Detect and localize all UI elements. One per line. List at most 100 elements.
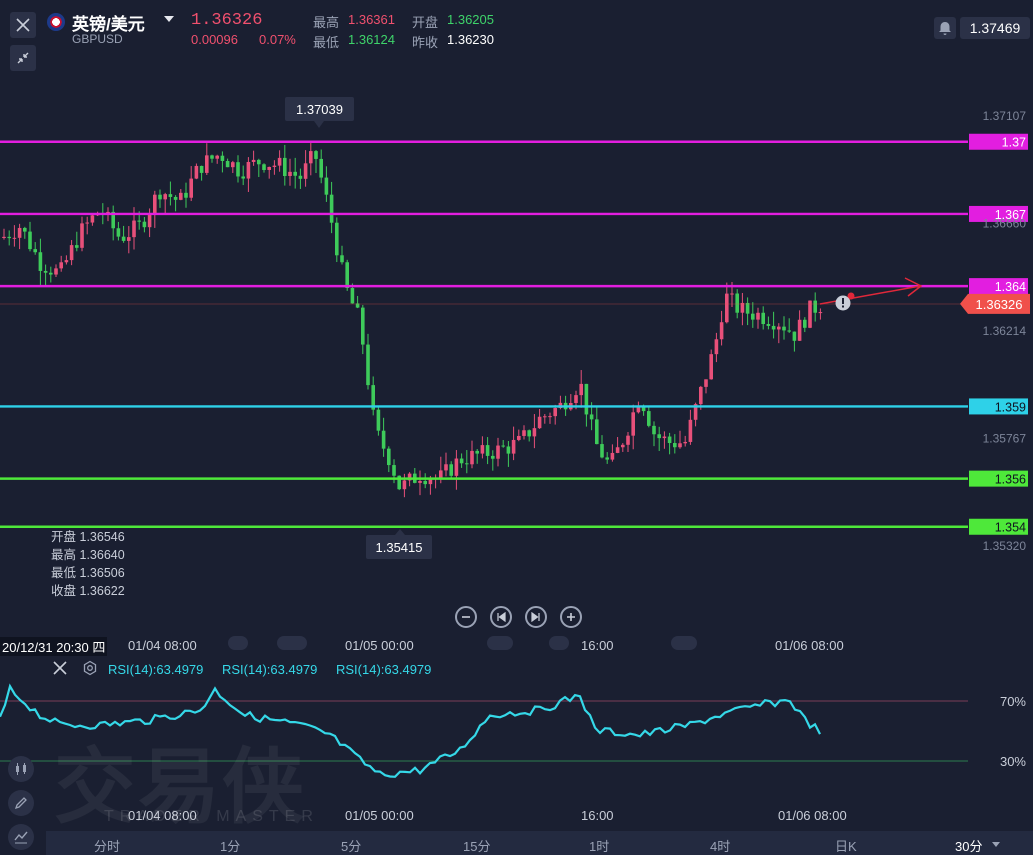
candle-body — [615, 447, 620, 453]
candle-body — [350, 288, 355, 304]
candle-body — [444, 464, 448, 471]
period-bar — [46, 831, 1033, 855]
crosshair-time-label: 20/12/31 20:30 四 — [0, 637, 108, 656]
candle-body — [376, 409, 381, 431]
candle-body — [121, 236, 126, 241]
indicator-icon[interactable] — [8, 824, 34, 850]
rsi-time-label-b2: 01/05 00:00 — [345, 808, 414, 823]
candle-body — [80, 223, 84, 248]
candle-body — [7, 236, 11, 239]
price-tick-2: 1.36214 — [983, 324, 1027, 338]
candle-body — [605, 457, 609, 460]
scroll-end-button[interactable] — [525, 606, 547, 628]
period-tab-active[interactable]: 30分 — [955, 836, 982, 855]
candle-body — [2, 236, 6, 238]
price-tick-1: 1.36660 — [983, 217, 1027, 231]
header-bar: 英镑/美元 GBPUSD 1.36326 0.00096 0.07% 最高 1.… — [0, 0, 1033, 78]
candle-body — [595, 419, 599, 445]
candle-body — [75, 245, 79, 248]
candle-body — [740, 302, 745, 313]
candle-body — [387, 448, 391, 466]
candle-body — [428, 479, 433, 485]
candle-body — [787, 330, 791, 332]
candle-body — [236, 162, 240, 177]
period-tab[interactable]: 5分 — [341, 836, 361, 855]
bell-icon[interactable] — [934, 17, 956, 39]
close-indicator-icon[interactable] — [53, 661, 67, 678]
candle-body — [267, 166, 271, 170]
candle-body — [652, 425, 656, 435]
candlestick-chart[interactable]: 1.371.3671.3641.3591.3561.354 1.371071.3… — [0, 78, 1033, 638]
candle-body — [803, 319, 807, 328]
candle-body — [283, 157, 287, 177]
period-tab[interactable]: 1分 — [220, 836, 240, 855]
ohlc-row-low: 最低 1.36506 — [51, 566, 125, 580]
candle-body — [309, 151, 313, 164]
rsi-label-3: RSI(14):63.4979 — [336, 662, 432, 677]
candles — [2, 141, 823, 498]
candle-type-icon[interactable] — [8, 756, 34, 782]
rsi-label-2: RSI(14):63.4979 — [222, 662, 318, 677]
ohlc-row-open: 开盘 1.36546 — [51, 530, 125, 544]
zoom-in-button[interactable] — [560, 606, 582, 628]
candle-body — [179, 192, 183, 200]
scroll-start-button[interactable] — [490, 606, 512, 628]
candle-body — [766, 324, 771, 326]
candle-body — [621, 444, 625, 448]
settings-icon[interactable] — [82, 660, 98, 679]
rsi-time-label-b4: 01/06 08:00 — [778, 808, 847, 823]
pencil-icon[interactable] — [8, 790, 34, 816]
prev-close-label: 昨收 — [412, 35, 439, 50]
candle-body — [153, 194, 157, 215]
candle-body — [730, 293, 734, 295]
level-label-3: 1.359 — [995, 400, 1026, 414]
period-tab[interactable]: 日K — [835, 836, 857, 855]
candle-body — [459, 458, 464, 464]
chevron-down-icon[interactable] — [164, 16, 174, 22]
candle-body — [277, 157, 282, 166]
time-label-3: 16:00 — [581, 638, 614, 653]
candle-body — [537, 416, 542, 429]
period-tab[interactable]: 1时 — [589, 836, 609, 855]
chevron-down-icon[interactable] — [992, 842, 1000, 847]
candle-body — [485, 445, 490, 456]
candle-body — [522, 430, 526, 436]
candle-body — [288, 171, 292, 177]
candle-body — [59, 262, 63, 269]
shrink-icon[interactable] — [10, 45, 36, 71]
candle-body — [584, 383, 589, 415]
candle-body — [548, 416, 552, 418]
period-tab[interactable]: 15分 — [463, 836, 490, 855]
candle-body — [626, 435, 630, 445]
ohlc-row-high: 最高 1.36640 — [51, 548, 125, 562]
candle-body — [543, 416, 547, 418]
time-label-2: 01/05 00:00 — [345, 638, 414, 653]
zoom-out-button[interactable] — [455, 606, 477, 628]
period-tab[interactable]: 4时 — [710, 836, 730, 855]
high-value: 1.36361 — [348, 12, 395, 27]
candle-body — [782, 326, 786, 331]
candle-body — [199, 165, 204, 173]
low-marker: 1.35415 — [366, 529, 432, 559]
pair-code: GBPUSD — [72, 32, 123, 46]
candle-body — [574, 395, 578, 403]
high-marker-label: 1.37039 — [296, 102, 343, 117]
candle-body — [85, 222, 89, 224]
candle-body — [517, 435, 521, 440]
candle-body — [454, 458, 459, 476]
candle-body — [761, 312, 765, 325]
last-price: 1.36326 — [191, 11, 263, 30]
close-icon[interactable] — [10, 12, 36, 38]
candle-body — [69, 245, 74, 261]
candle-body — [439, 470, 443, 478]
period-tab[interactable]: 分时 — [94, 836, 120, 855]
candle-body — [491, 455, 495, 459]
candle-body — [709, 354, 713, 380]
candle-body — [501, 445, 505, 447]
price-tick-3: 1.35767 — [983, 431, 1027, 445]
candle-body — [54, 268, 58, 275]
candle-body — [158, 194, 162, 200]
candle-body — [475, 450, 479, 454]
open-label: 开盘 — [412, 15, 439, 30]
candle-body — [64, 260, 69, 263]
